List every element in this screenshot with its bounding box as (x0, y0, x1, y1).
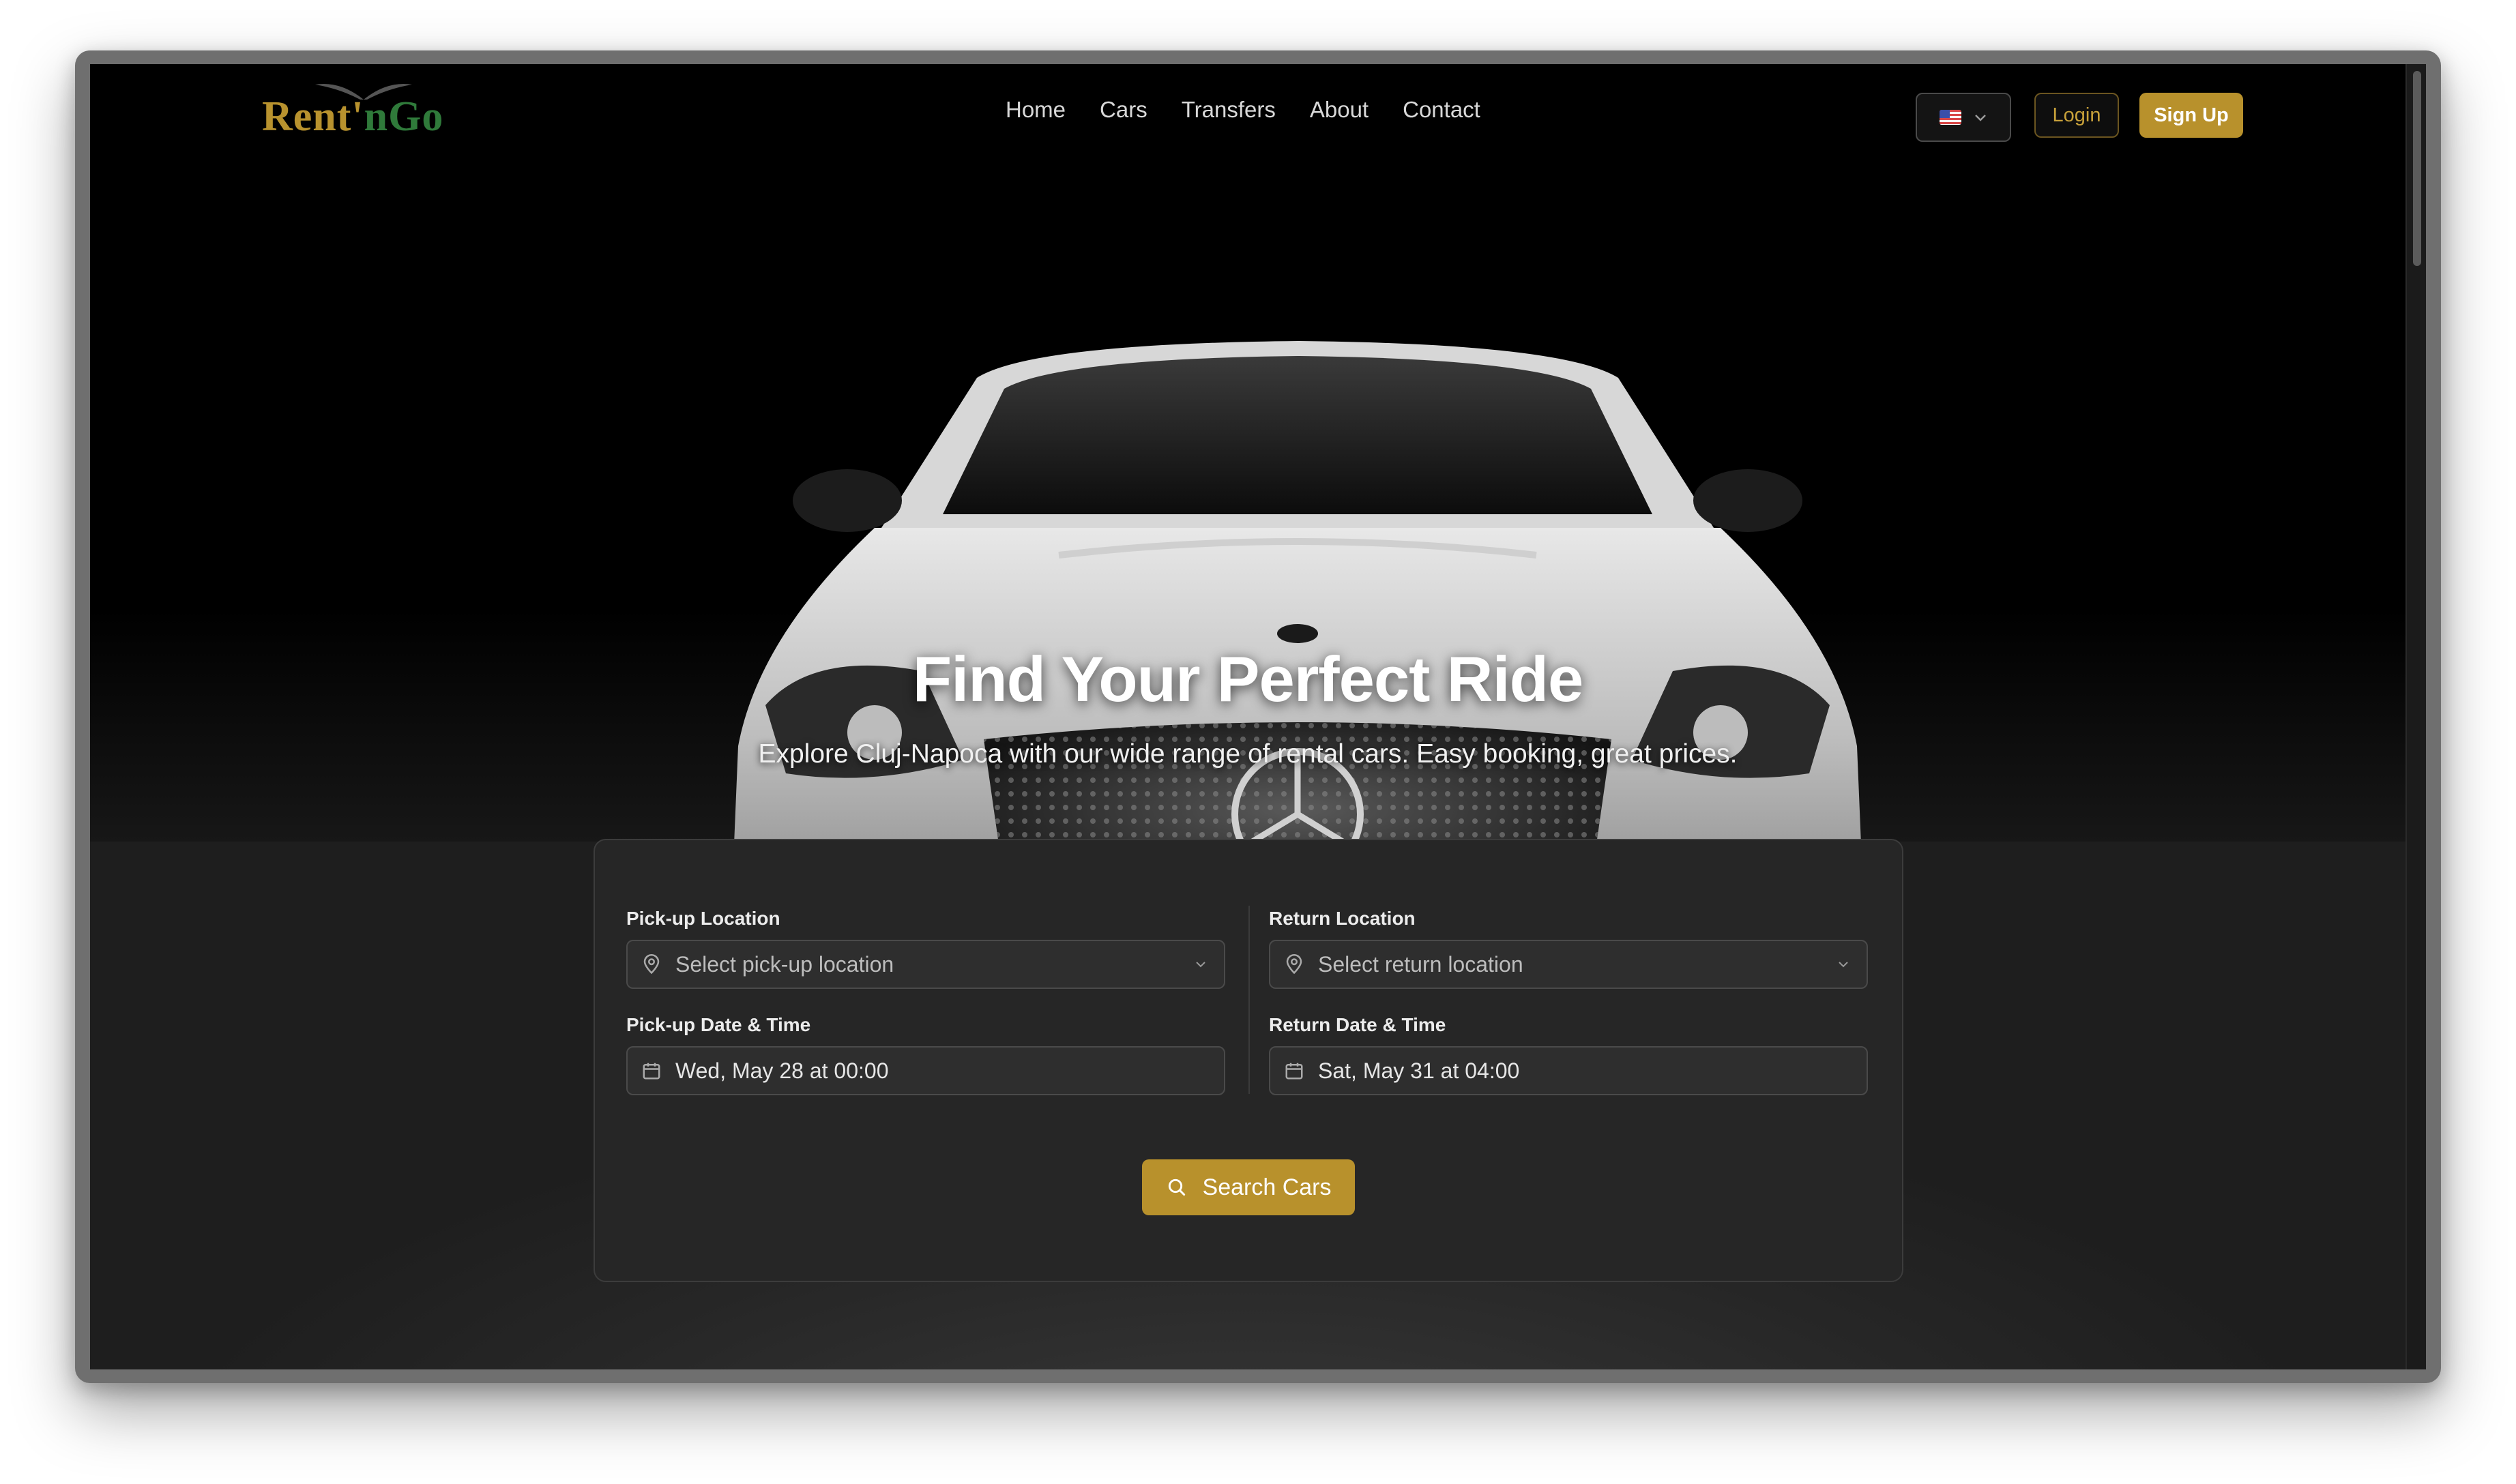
signup-button[interactable]: Sign Up (2139, 93, 2243, 138)
chevron-down-icon (1975, 115, 1986, 121)
hero-subtitle: Explore Cluj-Napoca with our wide range … (758, 739, 1738, 769)
calendar-icon (643, 1063, 660, 1080)
language-selector[interactable] (1916, 93, 2011, 142)
pickup-datetime-value: Wed, May 28 at 00:00 (675, 1058, 889, 1083)
return-datetime-label: Return Date & Time (1269, 1014, 1446, 1035)
return-location-label: Return Location (1269, 908, 1416, 929)
booking-card: Pick-up Location Select pick-up location… (594, 839, 1903, 1282)
nav-link-about[interactable]: About (1310, 97, 1369, 123)
logo-text-rent: Rent' (262, 93, 364, 140)
map-pin-icon (643, 954, 660, 975)
chevron-down-icon (1196, 962, 1205, 968)
return-datetime-input[interactable]: Sat, May 31 at 04:00 (1269, 1046, 1868, 1095)
return-location-placeholder: Select return location (1318, 951, 1523, 977)
search-icon (1168, 1178, 1185, 1196)
return-datetime-value: Sat, May 31 at 04:00 (1318, 1058, 1520, 1083)
nav-link-transfers[interactable]: Transfers (1182, 97, 1276, 123)
main-nav: Home Cars Transfers About Contact (1006, 97, 1480, 123)
login-button[interactable]: Login (2034, 93, 2119, 138)
pickup-location-label: Pick-up Location (626, 908, 780, 929)
pickup-location-placeholder: Select pick-up location (675, 951, 894, 977)
browser-window: Rent'nGo Home Cars Transfers About Conta… (75, 50, 2441, 1383)
logo-text-ngo: nGo (364, 93, 444, 140)
search-cars-label: Search Cars (1202, 1174, 1332, 1200)
hero-title: Find Your Perfect Ride (912, 643, 1584, 715)
scrollbar-thumb[interactable] (2413, 71, 2421, 266)
card-divider (1248, 906, 1250, 1094)
page-scrollbar[interactable] (2405, 64, 2426, 1369)
us-flag-icon (1940, 110, 1961, 125)
hero-car-image (731, 341, 1864, 910)
pickup-datetime-input[interactable]: Wed, May 28 at 00:00 (626, 1046, 1225, 1095)
pickup-location-select[interactable]: Select pick-up location (626, 940, 1225, 989)
page-viewport: Rent'nGo Home Cars Transfers About Conta… (90, 64, 2426, 1369)
search-cars-button[interactable]: Search Cars (1142, 1159, 1355, 1215)
calendar-icon (1285, 1063, 1303, 1080)
return-location-select[interactable]: Select return location (1269, 940, 1868, 989)
chevron-down-icon (1839, 962, 1848, 968)
pickup-datetime-label: Pick-up Date & Time (626, 1014, 811, 1035)
brand-logo[interactable]: Rent'nGo (262, 93, 443, 141)
nav-link-contact[interactable]: Contact (1403, 97, 1480, 123)
nav-link-cars[interactable]: Cars (1100, 97, 1147, 123)
top-navbar: Rent'nGo Home Cars Transfers About Conta… (90, 64, 2405, 160)
map-pin-icon (1286, 954, 1302, 975)
nav-link-home[interactable]: Home (1006, 97, 1066, 123)
